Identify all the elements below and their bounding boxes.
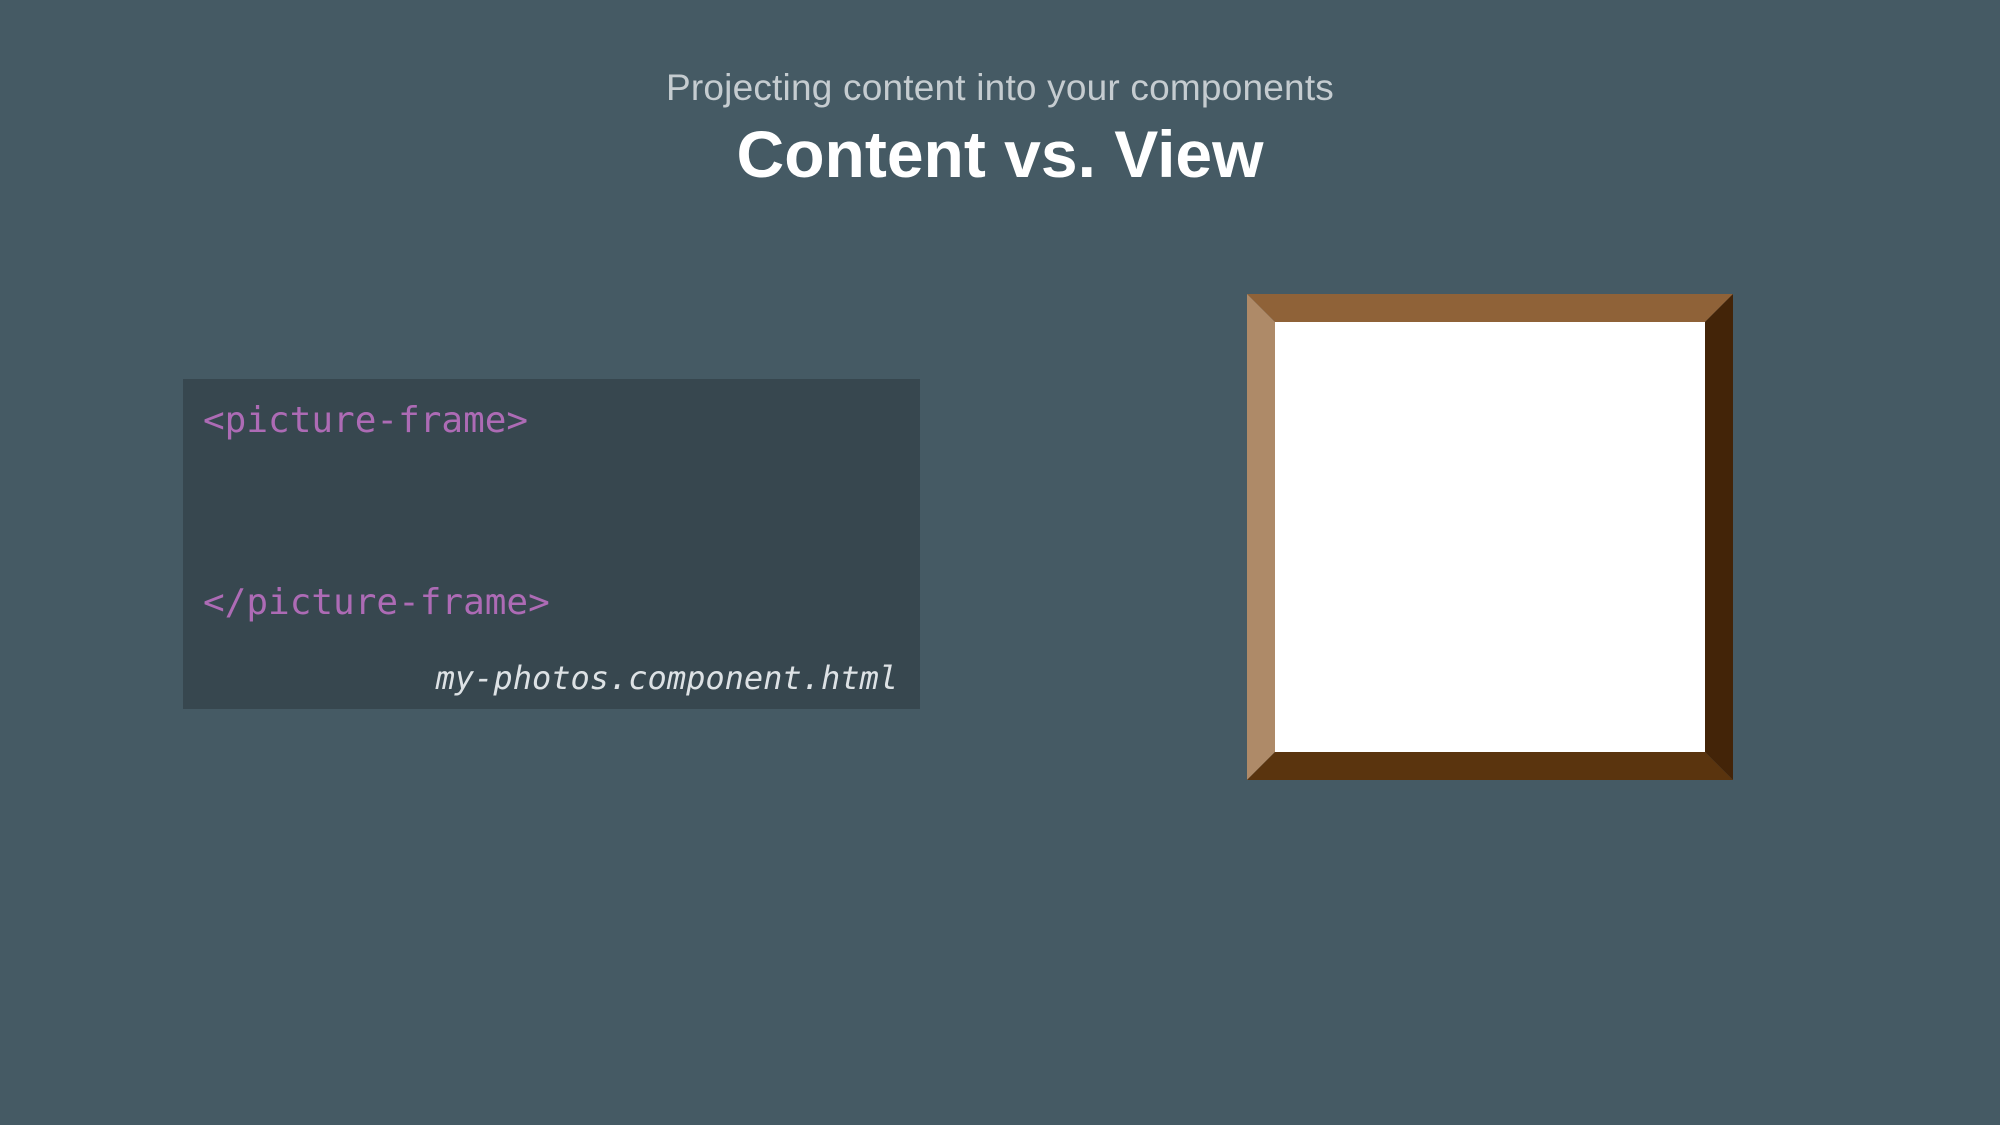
frame-left-edge (1247, 294, 1275, 780)
frame-inner-canvas (1275, 322, 1705, 752)
frame-top-edge (1247, 294, 1733, 322)
frame-right-edge (1705, 294, 1733, 780)
picture-frame-svg (1247, 294, 1733, 780)
slide-subtitle: Projecting content into your components (665, 67, 1335, 108)
frame-bottom-edge (1247, 752, 1733, 780)
code-close-tag: </picture-frame> (203, 582, 550, 623)
code-filename: my-photos.component.html (435, 659, 898, 697)
code-panel: <picture-frame> </picture-frame> my-phot… (183, 379, 920, 709)
slide-title: Content vs. View (736, 117, 1264, 191)
code-open-tag: <picture-frame> (203, 400, 529, 441)
picture-frame-icon (1247, 294, 1733, 780)
